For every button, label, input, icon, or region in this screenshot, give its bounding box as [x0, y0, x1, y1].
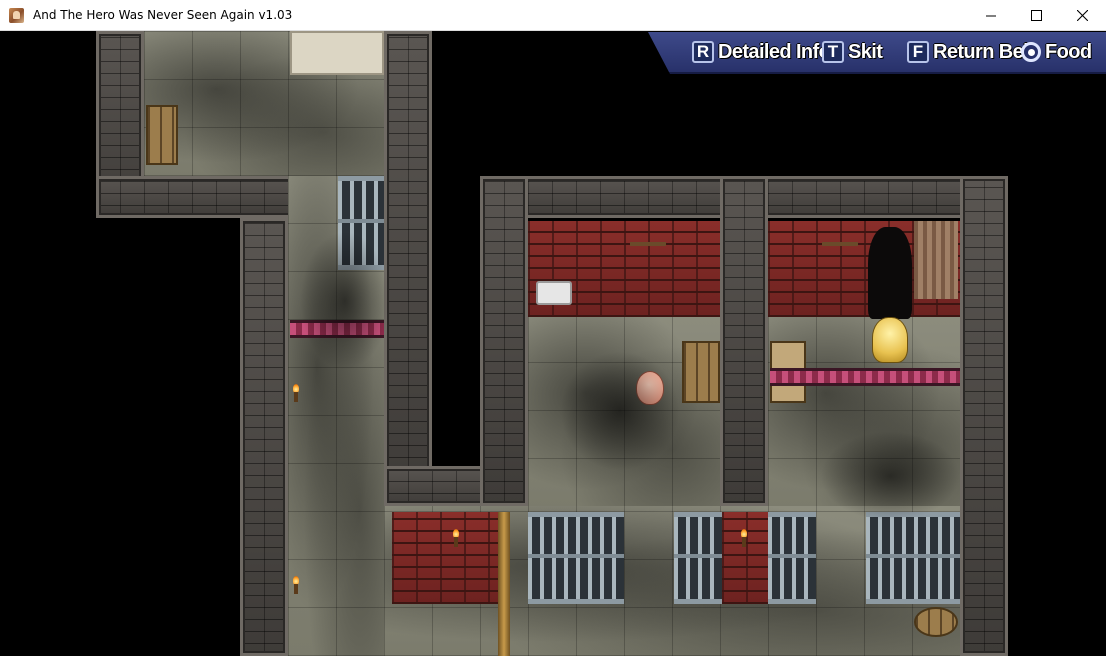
cell-bars[interactable] — [768, 512, 816, 604]
hud-label: Skit — [848, 40, 883, 63]
minimize-icon — [985, 15, 996, 16]
torch-icon — [451, 529, 461, 547]
scattered-papers[interactable] — [290, 31, 384, 75]
cell-bars[interactable] — [674, 512, 722, 604]
game-viewport[interactable]: R Detailed Info T Skit F Return Bell Foo… — [0, 31, 1106, 656]
hud-skit[interactable]: T Skit — [822, 39, 883, 65]
floor-shadow — [820, 431, 960, 521]
brick-wall — [392, 512, 498, 604]
minimize-button[interactable] — [968, 0, 1014, 30]
torn-curtain — [914, 221, 958, 299]
app-icon — [9, 8, 24, 23]
wall-segment — [960, 176, 1008, 656]
hud-return-bell[interactable]: F Return Bell — [907, 39, 1034, 65]
player-blonde-hero[interactable] — [872, 317, 908, 363]
hud-bar: R Detailed Info T Skit F Return Bell Foo… — [648, 32, 1106, 74]
torch-icon — [291, 384, 301, 402]
close-button[interactable] — [1059, 0, 1105, 30]
wall-sink[interactable] — [536, 281, 572, 305]
wooden-chair[interactable] — [146, 105, 178, 165]
wooden-crate[interactable] — [682, 341, 720, 403]
key-t-icon: T — [822, 41, 844, 63]
maximize-icon — [1030, 9, 1042, 21]
wall-hole — [868, 227, 912, 319]
window-titlebar: And The Hero Was Never Seen Again v1.03 — [0, 0, 1106, 31]
cell-bars[interactable] — [528, 512, 624, 604]
floor-shadow — [300, 231, 390, 371]
hud-label: Detailed Info — [718, 40, 831, 63]
torch-icon — [291, 576, 301, 594]
rope-barrier — [770, 368, 960, 386]
hud-label: Food — [1045, 40, 1092, 63]
wall-shackles[interactable] — [822, 242, 858, 286]
wall-segment — [720, 176, 768, 506]
key-r-icon: R — [692, 41, 714, 63]
close-icon — [1076, 9, 1088, 21]
cell-bars[interactable] — [866, 512, 960, 604]
hud-label: Return Bell — [933, 40, 1034, 63]
window-title: And The Hero Was Never Seen Again v1.03 — [33, 8, 293, 22]
floor-shadow — [560, 351, 680, 471]
wall-segment — [480, 176, 528, 506]
torch-icon — [739, 529, 749, 547]
radio-icon — [1021, 42, 1041, 62]
wall-segment — [384, 31, 432, 506]
brass-pipe — [498, 512, 510, 656]
key-f-icon: F — [907, 41, 929, 63]
brick-wall — [722, 512, 768, 604]
hud-food[interactable]: Food — [1021, 39, 1092, 65]
maximize-button[interactable] — [1013, 0, 1059, 30]
hud-detailed-info[interactable]: R Detailed Info — [692, 39, 831, 65]
wall-shackles[interactable] — [630, 242, 666, 286]
round-table[interactable] — [914, 607, 958, 637]
wall-segment — [240, 218, 288, 656]
